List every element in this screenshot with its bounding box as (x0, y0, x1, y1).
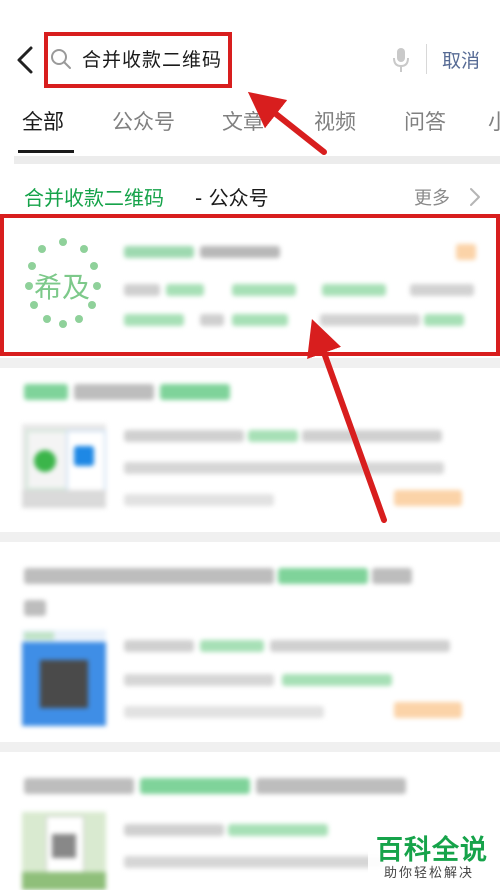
watermark-subtitle: 助你轻松解决 (384, 866, 475, 881)
tab-qa[interactable]: 问答 (404, 106, 446, 136)
tab-more-cut[interactable]: 小 (488, 106, 500, 136)
chevron-left-icon (17, 46, 33, 74)
tab-all[interactable]: 全部 (22, 106, 64, 136)
section-title-keyword: 合并收款二维码 (24, 186, 164, 210)
cancel-button[interactable]: 取消 (442, 46, 480, 73)
section-title-category: - 公众号 (195, 186, 269, 210)
tab-official-accounts[interactable]: 公众号 (112, 106, 175, 136)
account-logo-text: 希及 (34, 271, 91, 304)
microphone-icon[interactable] (390, 46, 412, 74)
back-button[interactable] (14, 44, 38, 76)
tab-videos[interactable]: 视频 (314, 106, 356, 136)
tabs-divider (14, 156, 500, 164)
more-button[interactable]: 更多 (414, 184, 450, 210)
chevron-right-icon[interactable] (468, 186, 482, 208)
header-divider (426, 44, 427, 74)
section-divider (0, 358, 500, 368)
tab-articles[interactable]: 文章 (222, 106, 264, 136)
active-tab-indicator (18, 150, 74, 153)
search-icon (50, 48, 72, 70)
section-divider (0, 742, 500, 752)
section-divider (0, 532, 500, 542)
search-query-text: 合并收款二维码 (82, 49, 223, 71)
